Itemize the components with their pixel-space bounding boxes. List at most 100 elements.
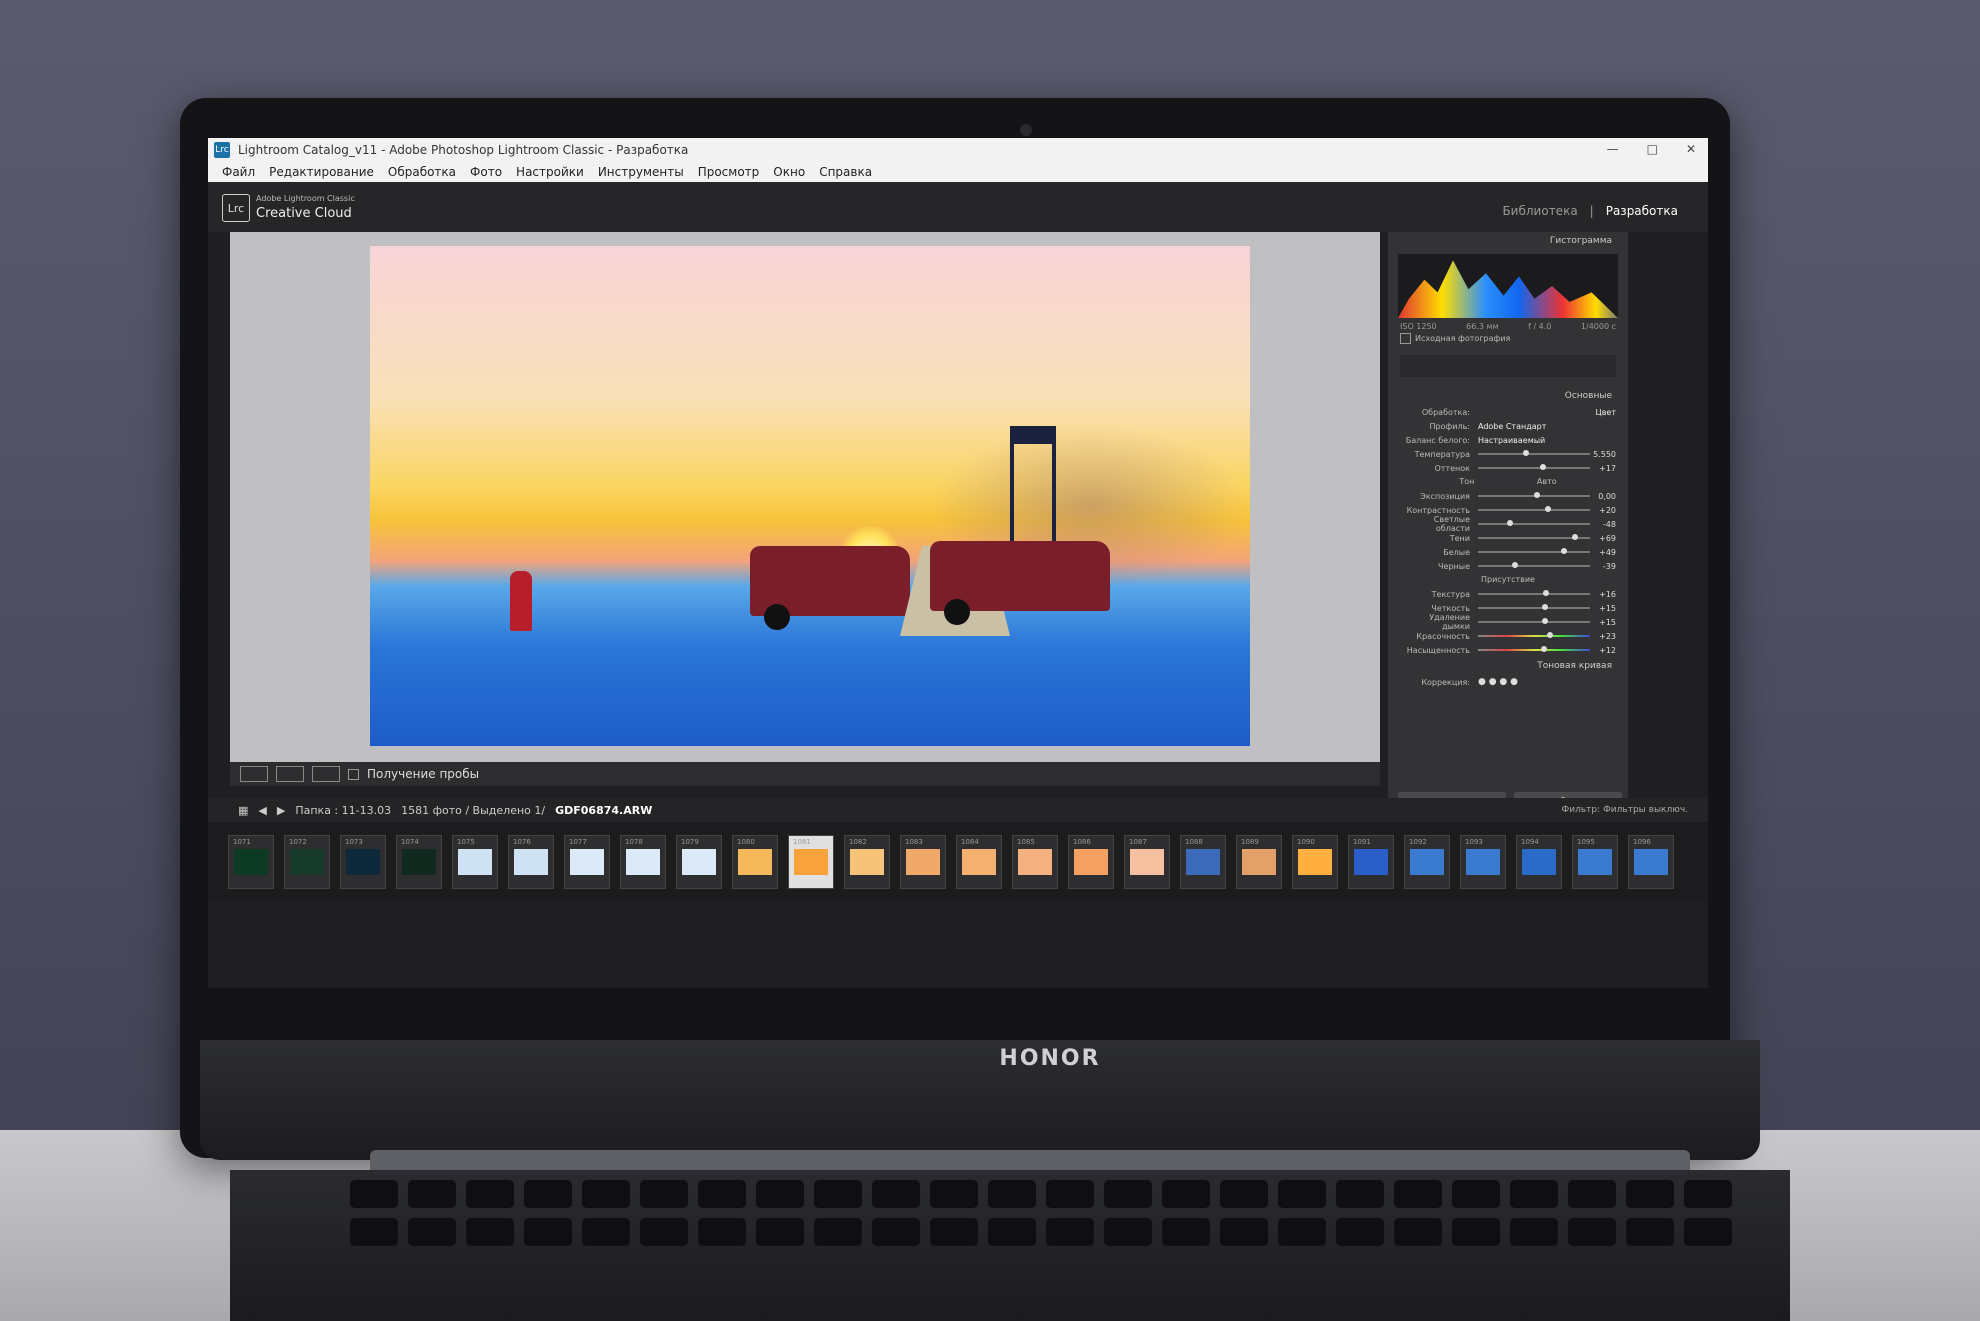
filmstrip-thumbnail[interactable]: 1087 [1124,835,1170,889]
filmstrip-thumbnail[interactable]: 1075 [452,835,498,889]
close-icon[interactable]: ✕ [1686,142,1696,156]
profile-row: Профиль: Adobe Стандарт [1429,421,1547,431]
thumbnail-image [850,849,884,875]
filmstrip-thumbnail[interactable]: 1088 [1180,835,1226,889]
window-controls: — □ ✕ [1607,142,1696,156]
filmstrip-thumbnail[interactable]: 1073 [340,835,386,889]
wb-row: Баланс белого: Настраиваемый [1405,435,1546,445]
soft-proof-checkbox[interactable] [348,768,359,780]
thumbnail-number: 1076 [513,838,531,846]
module-develop[interactable]: Разработка [1606,204,1678,218]
filmstrip-thumbnail[interactable]: 1085 [1012,835,1058,889]
menu-view[interactable]: Просмотр [698,165,760,179]
filmstrip-thumbnail[interactable]: 1094 [1516,835,1562,889]
folder-label[interactable]: Папка : 11-13.03 [295,804,391,817]
filmstrip-thumbnail[interactable]: 1086 [1068,835,1114,889]
curve-channel-icons[interactable]: ● ● ● ● [1478,677,1518,687]
filmstrip-thumbnail[interactable]: 1079 [676,835,722,889]
filmstrip-thumbnail[interactable]: 1074 [396,835,442,889]
filmstrip-thumbnail[interactable]: 1090 [1292,835,1338,889]
filmstrip-thumbnail[interactable]: 1083 [900,835,946,889]
module-picker: Библиотека | Разработка [1502,204,1678,218]
title-bar: Lrc Lightroom Catalog_v11 - Adobe Photos… [208,138,1708,162]
thumbnail-number: 1080 [737,838,755,846]
menu-develop[interactable]: Обработка [388,165,456,179]
photo-canvas[interactable] [230,232,1380,762]
temperature-slider[interactable] [1478,450,1590,456]
menu-help[interactable]: Справка [819,165,872,179]
thumbnail-number: 1096 [1633,838,1651,846]
maximize-icon[interactable]: □ [1647,142,1658,156]
histogram[interactable] [1398,254,1618,318]
thumbnail-number: 1090 [1297,838,1315,846]
thumbnail-number: 1087 [1129,838,1147,846]
thumbnail-number: 1072 [289,838,307,846]
menu-edit[interactable]: Редактирование [269,165,374,179]
correction-row: Коррекция: ● ● ● ● [1421,677,1518,687]
filmstrip-thumbnail[interactable]: 1082 [844,835,890,889]
filmstrip-thumbnail[interactable]: 1080 [732,835,778,889]
filmstrip-thumbnail[interactable]: 1078 [620,835,666,889]
original-photo-toggle[interactable]: Исходная фотография [1388,331,1628,345]
menu-window[interactable]: Окно [773,165,805,179]
tone-curve-header[interactable]: Тоновая кривая [1388,657,1628,675]
filmstrip-bar: ▦ ◀ ▶ Папка : 11-13.03 1581 фото / Выдел… [208,798,1708,822]
identity-title[interactable]: Creative Cloud [256,206,352,221]
filmstrip-thumbnail[interactable]: 1076 [508,835,554,889]
module-library[interactable]: Библиотека [1502,204,1577,218]
minimize-icon[interactable]: — [1607,142,1619,156]
grid-view-icon[interactable]: ▦ [238,804,248,817]
vibrance-row: Красочность +23 [1416,631,1616,641]
thumbnail-number: 1077 [569,838,587,846]
selected-file[interactable]: GDF06874.ARW [555,804,652,817]
webcam [1020,124,1032,136]
thumbnail-number: 1091 [1353,838,1371,846]
thumbnail-image [906,849,940,875]
menu-photo[interactable]: Фото [470,165,502,179]
histogram-header[interactable]: Гистограмма [1388,232,1628,250]
original-checkbox[interactable] [1400,332,1411,344]
thumbnail-image [738,849,772,875]
thumbnail-image [1410,849,1444,875]
filmstrip-thumbnail[interactable]: 1081 [788,835,834,889]
menu-settings[interactable]: Настройки [516,165,584,179]
thumbnail-number: 1071 [233,838,251,846]
filmstrip[interactable]: 1071 1072 1073 1074 1075 1076 1077 1078 1079 1080… [208,822,1708,902]
filmstrip-thumbnail[interactable]: 1092 [1404,835,1450,889]
filmstrip-thumbnail[interactable]: 1084 [956,835,1002,889]
thumbnail-number: 1075 [457,838,475,846]
tone-header: Тон Авто [1459,477,1557,486]
thumbnail-image [234,849,268,875]
filmstrip-thumbnail[interactable]: 1072 [284,835,330,889]
thumbnail-image [1242,849,1276,875]
prev-arrow-icon[interactable]: ◀ [258,804,266,817]
filmstrip-thumbnail[interactable]: 1096 [1628,835,1674,889]
menu-tools[interactable]: Инструменты [598,165,684,179]
thumbnail-number: 1093 [1465,838,1483,846]
thumbnail-number: 1092 [1409,838,1427,846]
treatment-row: Обработка: Цвет [1421,407,1616,417]
loupe-view-icon[interactable] [240,766,268,782]
thumbnail-image [1522,849,1556,875]
filmstrip-thumbnail[interactable]: 1095 [1572,835,1618,889]
thumbnail-number: 1078 [625,838,643,846]
before-after-swap-icon[interactable] [312,766,340,782]
filmstrip-thumbnail[interactable]: 1091 [1348,835,1394,889]
tool-strip[interactable] [1400,355,1616,377]
dehaze-row: Удаление дымки +15 [1429,613,1616,631]
thumbnail-image [962,849,996,875]
next-arrow-icon[interactable]: ▶ [277,804,285,817]
before-after-icon[interactable] [276,766,304,782]
thumbnail-number: 1088 [1185,838,1203,846]
keyboard [230,1170,1790,1321]
menu-file[interactable]: Файл [222,165,255,179]
basic-header[interactable]: Основные [1388,387,1628,405]
filmstrip-thumbnail[interactable]: 1077 [564,835,610,889]
thumbnail-image [1354,849,1388,875]
filmstrip-thumbnail[interactable]: 1093 [1460,835,1506,889]
tint-slider[interactable] [1478,464,1590,470]
identity-subtitle: Adobe Lightroom Classic [256,194,355,203]
thumbnail-image [514,849,548,875]
filmstrip-thumbnail[interactable]: 1071 [228,835,274,889]
filmstrip-thumbnail[interactable]: 1089 [1236,835,1282,889]
